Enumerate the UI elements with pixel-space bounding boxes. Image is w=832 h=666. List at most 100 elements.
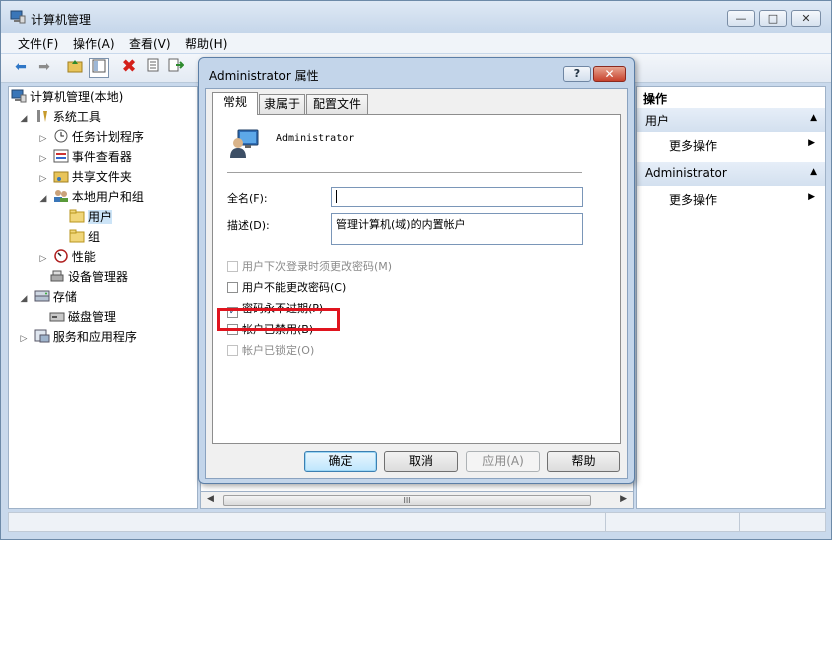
actions-header: 操作 bbox=[637, 87, 825, 107]
user-name-label: Administrator bbox=[276, 133, 355, 144]
separator bbox=[227, 172, 582, 173]
forward-arrow-icon[interactable]: ➡ bbox=[35, 58, 53, 76]
actions-section-administrator[interactable]: Administrator ▲ bbox=[637, 162, 825, 186]
ok-button[interactable]: 确定 bbox=[304, 451, 377, 472]
tree-node-disk-management[interactable]: 磁盘管理 bbox=[49, 308, 116, 326]
folder-icon bbox=[69, 209, 85, 223]
computer-management-icon bbox=[10, 10, 26, 24]
tree-label: 事件查看器 bbox=[71, 150, 132, 164]
help-button[interactable]: 帮助 bbox=[547, 451, 620, 472]
status-divider bbox=[605, 513, 606, 531]
scroll-right-icon[interactable]: ▶ bbox=[620, 494, 627, 504]
tree-node-device-manager[interactable]: 设备管理器 bbox=[49, 268, 128, 286]
full-name-input[interactable] bbox=[331, 187, 583, 207]
expand-arrow-icon[interactable]: ▷ bbox=[37, 174, 49, 184]
collapse-arrow-icon[interactable]: ◢ bbox=[37, 194, 49, 204]
menu-view[interactable]: 查看(V) bbox=[129, 35, 171, 52]
checkbox-box[interactable] bbox=[227, 261, 238, 272]
tree-node-users[interactable]: 用户 bbox=[69, 208, 113, 226]
checkbox-label: 用户下次登录时须更改密码(M) bbox=[242, 260, 393, 273]
storage-icon bbox=[34, 289, 50, 303]
shared-folder-icon bbox=[53, 169, 69, 183]
menu-file[interactable]: 文件(F) bbox=[18, 35, 58, 52]
horizontal-scrollbar[interactable]: ◀ III ▶ bbox=[200, 491, 634, 509]
minimize-button[interactable]: — bbox=[727, 10, 755, 27]
tree-label: 本地用户和组 bbox=[71, 190, 144, 204]
tree-node-shared-folders[interactable]: ▷ 共享文件夹 bbox=[37, 168, 132, 186]
tree-node-system-tools[interactable]: ◢ 系统工具 bbox=[18, 108, 101, 126]
tree-label: 性能 bbox=[71, 250, 96, 264]
scroll-left-icon[interactable]: ◀ bbox=[207, 494, 214, 504]
dialog-body: 常规 隶属于 配置文件 Administrator 全名(F): 描述(D): … bbox=[205, 88, 628, 479]
tree-label: 服务和应用程序 bbox=[52, 330, 137, 344]
checkbox-label: 帐户已锁定(O) bbox=[242, 344, 315, 357]
tree-node-event-viewer[interactable]: ▷ 事件查看器 bbox=[37, 148, 132, 166]
maximize-button[interactable]: □ bbox=[759, 10, 787, 27]
tree-node-groups[interactable]: 组 bbox=[69, 228, 100, 246]
tree-node-storage[interactable]: ◢ 存储 bbox=[18, 288, 77, 306]
close-button[interactable]: ✕ bbox=[791, 10, 821, 27]
delete-icon[interactable]: ✖ bbox=[120, 58, 138, 76]
tab-profile[interactable]: 配置文件 bbox=[306, 94, 368, 114]
collapse-arrow-icon[interactable]: ◢ bbox=[18, 294, 30, 304]
submenu-arrow-icon: ▶ bbox=[808, 138, 815, 148]
apply-button[interactable]: 应用(A) bbox=[466, 451, 540, 472]
up-folder-icon[interactable] bbox=[66, 58, 84, 76]
services-icon bbox=[34, 329, 50, 343]
more-actions-label: 更多操作 bbox=[669, 139, 718, 153]
collapse-triangle-icon[interactable]: ▲ bbox=[810, 113, 817, 123]
window-title: 计算机管理 bbox=[31, 13, 92, 27]
tree-node-performance[interactable]: ▷ 性能 bbox=[37, 248, 96, 266]
show-hide-tree-icon[interactable] bbox=[89, 58, 109, 78]
checkbox-box[interactable] bbox=[227, 345, 238, 356]
tab-member-of[interactable]: 隶属于 bbox=[259, 94, 305, 114]
collapse-triangle-icon[interactable]: ▲ bbox=[810, 167, 817, 177]
dialog-close-button[interactable]: ✕ bbox=[593, 66, 626, 82]
description-input[interactable]: 管理计算机(域)的内置帐户 bbox=[331, 213, 583, 245]
users-icon bbox=[53, 189, 69, 203]
menu-bar: 文件(F) 操作(A) 查看(V) 帮助(H) bbox=[1, 33, 831, 53]
collapse-arrow-icon[interactable]: ◢ bbox=[18, 114, 30, 124]
account-locked-checkbox[interactable]: 帐户已锁定(O) bbox=[227, 342, 314, 358]
properties-icon[interactable] bbox=[144, 58, 162, 76]
checkbox-box[interactable] bbox=[227, 282, 238, 293]
dialog-help-button[interactable]: ? bbox=[563, 66, 591, 82]
expand-arrow-icon[interactable]: ▷ bbox=[18, 334, 30, 344]
status-divider bbox=[739, 513, 740, 531]
export-icon[interactable] bbox=[167, 58, 185, 76]
tree-node-local-users-groups[interactable]: ◢ 本地用户和组 bbox=[37, 188, 144, 206]
expand-arrow-icon[interactable]: ▷ bbox=[37, 134, 49, 144]
highlight-box bbox=[217, 308, 340, 331]
user-account-icon bbox=[230, 129, 259, 158]
submenu-arrow-icon: ▶ bbox=[808, 192, 815, 202]
cannot-change-password-checkbox[interactable]: 用户不能更改密码(C) bbox=[227, 279, 346, 295]
tab-general[interactable]: 常规 bbox=[212, 92, 258, 115]
must-change-password-checkbox[interactable]: 用户下次登录时须更改密码(M) bbox=[227, 258, 392, 274]
computer-management-icon bbox=[11, 89, 27, 103]
tools-icon bbox=[34, 109, 50, 123]
back-arrow-icon[interactable]: ⬅ bbox=[12, 58, 30, 76]
more-actions-users[interactable]: 更多操作 ▶ bbox=[637, 134, 825, 154]
console-tree: 计算机管理(本地) ◢ 系统工具 ▷ 任务计划程序 ▷ 事件查看器 ▷ 共享文件… bbox=[8, 86, 198, 509]
tree-label: 存储 bbox=[52, 290, 77, 304]
tree-node-services-apps[interactable]: ▷ 服务和应用程序 bbox=[18, 328, 137, 346]
tree-label: 磁盘管理 bbox=[68, 310, 117, 324]
event-viewer-icon bbox=[53, 149, 69, 163]
general-tab-panel: Administrator 全名(F): 描述(D): 管理计算机(域)的内置帐… bbox=[212, 114, 621, 444]
menu-action[interactable]: 操作(A) bbox=[73, 35, 115, 52]
tree-label: 任务计划程序 bbox=[71, 130, 144, 144]
checkbox-label: 用户不能更改密码(C) bbox=[242, 281, 347, 294]
expand-arrow-icon[interactable]: ▷ bbox=[37, 254, 49, 264]
dialog-title: Administrator 属性 bbox=[209, 69, 319, 83]
full-name-label: 全名(F): bbox=[227, 192, 268, 205]
tree-node-task-scheduler[interactable]: ▷ 任务计划程序 bbox=[37, 128, 144, 146]
cancel-button[interactable]: 取消 bbox=[384, 451, 458, 472]
scroll-thumb[interactable]: III bbox=[223, 495, 591, 506]
menu-help[interactable]: 帮助(H) bbox=[185, 35, 227, 52]
tree-node-root[interactable]: 计算机管理(本地) bbox=[11, 88, 123, 106]
actions-section-users[interactable]: 用户 ▲ bbox=[637, 108, 825, 132]
more-actions-administrator[interactable]: 更多操作 ▶ bbox=[637, 188, 825, 208]
expand-arrow-icon[interactable]: ▷ bbox=[37, 154, 49, 164]
title-bar[interactable]: 计算机管理 — □ ✕ bbox=[1, 1, 831, 33]
section-label: 用户 bbox=[645, 114, 670, 128]
